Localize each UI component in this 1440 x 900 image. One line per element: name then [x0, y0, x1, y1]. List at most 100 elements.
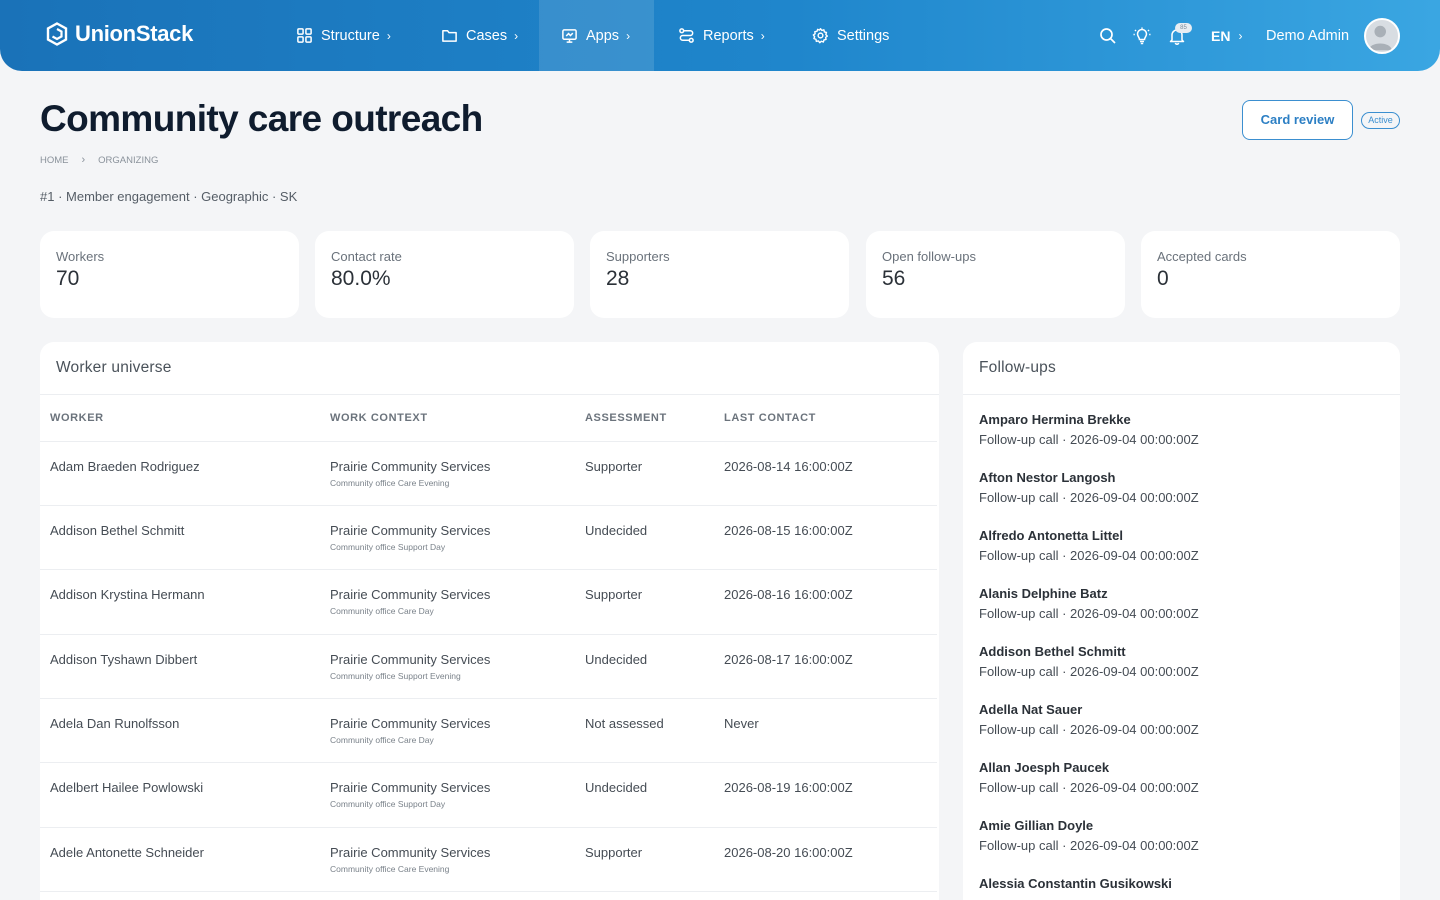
list-item[interactable]: Alfredo Antonetta Littel Follow-up call ·…: [979, 528, 1384, 586]
followup-detail: Follow-up call · 2026-09-04 00:00:00Z: [979, 780, 1199, 795]
worker-name: Adam Braeden Rodriguez: [40, 441, 320, 506]
language-label: EN: [1211, 27, 1231, 44]
list-item[interactable]: Addison Bethel Schmitt Follow-up call · 2…: [979, 644, 1384, 702]
nav-structure-label: Structure: [321, 27, 380, 44]
stat-label: Open follow-ups: [882, 249, 976, 264]
list-item[interactable]: Amie Gillian Doyle Follow-up call · 2026-…: [979, 818, 1384, 876]
grid-icon: [297, 28, 312, 43]
stat-value: 56: [882, 267, 906, 290]
gear-icon: [812, 27, 829, 44]
page-title: Community care outreach: [40, 98, 483, 139]
table-row[interactable]: Addison Bethel Schmitt Prairie Community…: [40, 505, 937, 571]
followup-detail: Follow-up call · 2026-09-04 00:00:00Z: [979, 838, 1199, 853]
last-contact: 2026-08-15 16:00:00Z: [714, 505, 937, 571]
last-contact: Never: [714, 698, 937, 764]
list-item[interactable]: Allan Joesph Paucek Follow-up call · 2026…: [979, 760, 1384, 818]
followup-detail: Follow-up call · 2026-09-04 00:00:00Z: [979, 548, 1199, 563]
worker-universe-panel: Worker universe WORKER WORK CONTEXT ASSE…: [40, 342, 939, 900]
search-icon: [1100, 27, 1116, 44]
ideas-button[interactable]: [1133, 0, 1151, 71]
monitor-icon: [562, 29, 577, 43]
followup-name: Alessia Constantin Gusikowski: [979, 876, 1172, 891]
last-contact: 2026-08-17 16:00:00Z: [714, 634, 937, 700]
followup-name: Amie Gillian Doyle: [979, 818, 1094, 833]
assessment: Supporter: [575, 827, 714, 893]
table-row[interactable]: Addison Krystina Hermann Prairie Communi…: [40, 569, 937, 635]
list-item[interactable]: Amparo Hermina Brekke Follow-up call · 20…: [979, 412, 1384, 470]
nav-structure[interactable]: Structure ›: [296, 0, 391, 71]
assessment: Undecided: [575, 634, 714, 700]
work-context-detail: Community office Care Evening: [330, 863, 450, 874]
stat-card-supporters: Supporters 28: [590, 231, 849, 318]
list-item[interactable]: Alessia Constantin Gusikowski: [979, 876, 1384, 900]
work-context-detail: Community office Care Day: [330, 606, 434, 617]
table-row[interactable]: Adele Antonette Schneider Prairie Commun…: [40, 827, 937, 893]
chevron-right-icon: ›: [1238, 28, 1243, 43]
card-review-button[interactable]: Card review: [1242, 100, 1353, 140]
column-header-assessment[interactable]: ASSESSMENT: [575, 395, 714, 442]
avatar[interactable]: [1364, 18, 1400, 54]
column-header-last-contact[interactable]: LAST CONTACT: [714, 395, 937, 442]
followup-name: Adella Nat Sauer: [979, 702, 1083, 717]
worker-name: Addison Tyshawn Dibbert: [40, 634, 320, 700]
language-selector[interactable]: EN ›: [1211, 0, 1242, 71]
search-button[interactable]: [1099, 0, 1117, 71]
followups-panel: Follow-ups Amparo Hermina Brekke Follow-u…: [963, 342, 1400, 900]
list-item[interactable]: Alanis Delphine Batz Follow-up call · 202…: [979, 586, 1384, 644]
user-menu[interactable]: Demo Admin: [1266, 0, 1349, 71]
work-context: Prairie Community Services: [330, 587, 491, 603]
stat-card-contact-rate: Contact rate 80.0%: [315, 231, 574, 318]
folder-icon: [442, 30, 457, 42]
last-contact: 2026-08-20 16:00:00Z: [714, 827, 937, 893]
followup-name: Allan Joesph Paucek: [979, 760, 1110, 775]
work-context-detail: Community office Support Day: [330, 541, 446, 552]
table-row[interactable]: Adelbert Hailee Powlowski Prairie Commun…: [40, 762, 937, 828]
chevron-right-icon: ›: [386, 28, 391, 43]
followup-name: Afton Nestor Langosh: [979, 470, 1116, 485]
panel-title: Worker universe: [40, 342, 939, 395]
notifications-button[interactable]: [1168, 0, 1186, 71]
worker-name: Adele Antonette Schneider: [40, 827, 320, 893]
work-context: Prairie Community Services: [330, 844, 491, 860]
stat-value: 80.0%: [331, 267, 391, 290]
nav-settings[interactable]: Settings: [812, 0, 889, 71]
followup-detail: Follow-up call · 2026-09-04 00:00:00Z: [979, 606, 1199, 621]
nav-apps[interactable]: Apps ›: [539, 0, 654, 71]
nav-reports[interactable]: Reports ›: [678, 0, 765, 71]
table-row[interactable]: Adam Braeden Rodriguez Prairie Community…: [40, 441, 937, 506]
route-icon: [679, 28, 694, 43]
column-header-work-context[interactable]: WORK CONTEXT: [320, 395, 575, 442]
stat-label: Supporters: [606, 249, 670, 264]
panel-title: Follow-ups: [963, 342, 1400, 395]
assessment: Undecided: [575, 762, 714, 828]
breadcrumb-organizing[interactable]: ORGANIZING: [98, 155, 158, 166]
followup-name: Alfredo Antonetta Littel: [979, 528, 1123, 543]
work-context-cell: Prairie Community Services Community offi…: [320, 505, 575, 571]
brand-name: UnionStack: [75, 21, 194, 46]
followup-name: Amparo Hermina Brekke: [979, 412, 1131, 427]
list-item[interactable]: Afton Nestor Langosh Follow-up call · 202…: [979, 470, 1384, 528]
top-navbar: UnionStack Structure › Cases › Apps › Repor…: [0, 0, 1440, 71]
nav-cases[interactable]: Cases ›: [441, 0, 518, 71]
stat-value: 70: [56, 267, 80, 290]
assessment: Undecided: [575, 505, 714, 571]
worker-name: Adelbert Hailee Powlowski: [40, 762, 320, 828]
worker-name: Addison Bethel Schmitt: [40, 505, 320, 571]
stat-card-open-followups: Open follow-ups 56: [866, 231, 1125, 318]
user-name: Demo Admin: [1266, 27, 1350, 44]
breadcrumb-home[interactable]: HOME: [40, 155, 69, 166]
stat-card-accepted-cards: Accepted cards 0: [1141, 231, 1400, 318]
worker-name: Addison Krystina Hermann: [40, 569, 320, 635]
table-row[interactable]: Adela Dan Runolfsson Prairie Community S…: [40, 698, 937, 764]
column-header-worker[interactable]: WORKER: [40, 395, 320, 442]
work-context-cell: Prairie Community Services Community offi…: [320, 698, 575, 764]
nav-reports-label: Reports: [703, 27, 754, 44]
nav-settings-label: Settings: [837, 27, 890, 44]
chevron-right-icon: ›: [760, 28, 765, 43]
workers-table: WORKER WORK CONTEXT ASSESSMENT LAST CONT…: [40, 395, 937, 893]
list-item[interactable]: Adella Nat Sauer Follow-up call · 2026-09…: [979, 702, 1384, 760]
table-row[interactable]: Addison Tyshawn Dibbert Prairie Communit…: [40, 634, 937, 700]
work-context-cell: Prairie Community Services Community offi…: [320, 569, 575, 635]
brand-logo[interactable]: UnionStack: [46, 21, 193, 47]
work-context-cell: Prairie Community Services Community offi…: [320, 634, 575, 700]
